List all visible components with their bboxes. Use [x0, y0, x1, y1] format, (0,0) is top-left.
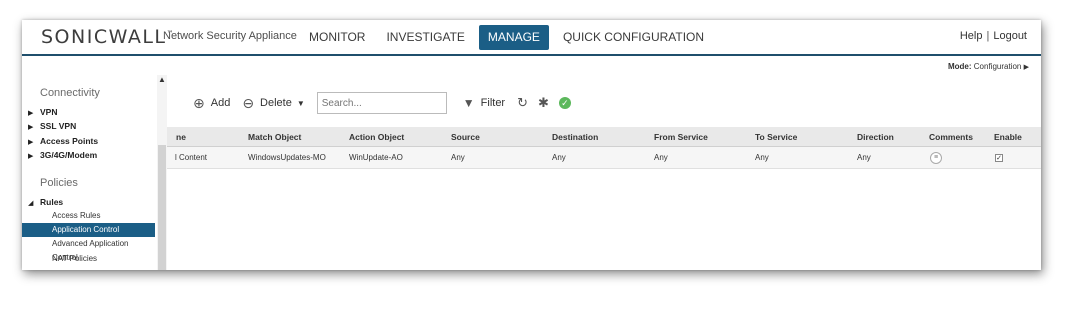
search-input[interactable] — [316, 92, 447, 114]
toolbar: ⊕ Add ⊖ Delete ▼ ▼ Filter ↻ ✱ ✓ — [193, 92, 581, 114]
sidebar-group-policies: Policies — [40, 177, 78, 189]
sidebar-item-nat-policies[interactable]: NAT Policies — [22, 252, 155, 266]
scrollbar-thumb[interactable] — [158, 145, 166, 270]
app-name: Network Security Appliance — [163, 30, 297, 42]
sidebar-item-advanced-application-control[interactable]: Advanced Application Control — [22, 237, 155, 262]
minus-circle-icon: ⊖ — [242, 94, 255, 111]
comment-icon[interactable]: ≡ — [930, 151, 942, 164]
nav-monitor[interactable]: MONITOR — [302, 25, 372, 50]
filter-button[interactable]: ▼ Filter — [463, 96, 505, 110]
sidebar-item-application-control[interactable]: Application Control — [22, 223, 155, 237]
sidebar-item-vpn[interactable]: ▶ VPN — [28, 107, 57, 117]
cell-action-object: WinUpdate-AO — [349, 153, 403, 162]
col-destination[interactable]: Destination — [552, 127, 598, 146]
logout-link[interactable]: Logout — [993, 30, 1027, 42]
cell-direction: Any — [857, 153, 871, 162]
help-link[interactable]: Help — [960, 30, 983, 42]
sonicwall-logo: SONICWALL™ — [41, 26, 174, 48]
gear-icon[interactable]: ✱ — [538, 95, 549, 111]
scroll-up-icon[interactable]: ▲ — [158, 75, 166, 84]
mode-label: Mode: — [947, 62, 972, 71]
table-header: ne Match Object Action Object Source Des… — [167, 127, 1041, 147]
caret-right-icon: ▶ — [1023, 64, 1029, 71]
col-to-service[interactable]: To Service — [755, 127, 797, 146]
cell-name: l Content — [175, 153, 208, 162]
main-nav: MONITOR INVESTIGATE MANAGE QUICK CONFIGU… — [302, 20, 718, 54]
top-links: Help | Logout — [960, 30, 1027, 42]
sidebar: Connectivity ▶ VPN ▶ SSL VPN ▶ Access Point… — [22, 75, 167, 270]
col-enable[interactable]: Enable — [994, 127, 1022, 146]
col-comments[interactable]: Comments — [929, 127, 973, 146]
mode-value: Configuration — [973, 62, 1022, 71]
cell-match-object: WindowsUpdates-MO — [248, 153, 326, 162]
plus-circle-icon: ⊕ — [193, 94, 205, 111]
sidebar-group-connectivity: Connectivity — [40, 87, 100, 99]
expand-icon: ▶ — [28, 110, 34, 117]
col-match-object[interactable]: Match Object — [248, 127, 301, 146]
rules-table: ne Match Object Action Object Source Des… — [167, 127, 1041, 169]
col-action-object[interactable]: Action Object — [349, 127, 404, 146]
cell-source: Any — [451, 153, 465, 162]
expand-icon: ▶ — [28, 153, 34, 160]
col-direction[interactable]: Direction — [857, 127, 894, 146]
sidebar-item-3g-4g-modem[interactable]: ▶ 3G/4G/Modem — [28, 150, 97, 160]
nav-manage[interactable]: MANAGE — [478, 24, 549, 50]
enable-checkbox[interactable]: ✓ — [995, 153, 1003, 162]
expand-icon: ▶ — [28, 124, 34, 131]
cell-enable: ✓ — [995, 147, 1003, 168]
cell-to-service: Any — [755, 153, 769, 162]
link-separator: | — [986, 30, 990, 42]
main-content: ⊕ Add ⊖ Delete ▼ ▼ Filter ↻ ✱ ✓ ne Match… — [167, 75, 1041, 270]
check-circle-icon[interactable]: ✓ — [558, 97, 571, 109]
app-window: SONICWALL™ Network Security Appliance MO… — [22, 20, 1041, 270]
sidebar-item-ssl-vpn[interactable]: ▶ SSL VPN — [28, 121, 76, 131]
chevron-down-icon: ▼ — [296, 98, 305, 108]
nav-quick-configuration[interactable]: QUICK CONFIGURATION — [556, 25, 711, 50]
collapse-icon: ◢ — [28, 200, 34, 207]
cell-from-service: Any — [654, 153, 668, 162]
col-name[interactable]: ne — [176, 127, 186, 146]
top-navigation-bar: SONICWALL™ Network Security Appliance MO… — [22, 20, 1041, 56]
sidebar-item-access-points[interactable]: ▶ Access Points — [28, 136, 98, 146]
cell-comments: ≡ — [930, 147, 942, 168]
col-from-service[interactable]: From Service — [654, 127, 708, 146]
sidebar-item-access-rules[interactable]: Access Rules — [22, 209, 155, 223]
add-button[interactable]: ⊕ Add — [193, 95, 230, 112]
refresh-icon[interactable]: ↻ — [517, 95, 528, 111]
sidebar-scrollbar[interactable]: ▲ — [157, 75, 167, 270]
delete-button[interactable]: ⊖ Delete ▼ — [242, 95, 304, 112]
sidebar-item-rules[interactable]: ◢ Rules — [28, 197, 63, 207]
expand-icon: ▶ — [28, 139, 34, 146]
filter-icon: ▼ — [462, 96, 475, 110]
nav-investigate[interactable]: INVESTIGATE — [379, 25, 471, 50]
mode-indicator[interactable]: Mode: Configuration ▶ — [948, 62, 1029, 71]
cell-destination: Any — [552, 153, 566, 162]
col-source[interactable]: Source — [451, 127, 480, 146]
table-row[interactable]: l Content WindowsUpdates-MO WinUpdate-AO… — [167, 147, 1041, 169]
